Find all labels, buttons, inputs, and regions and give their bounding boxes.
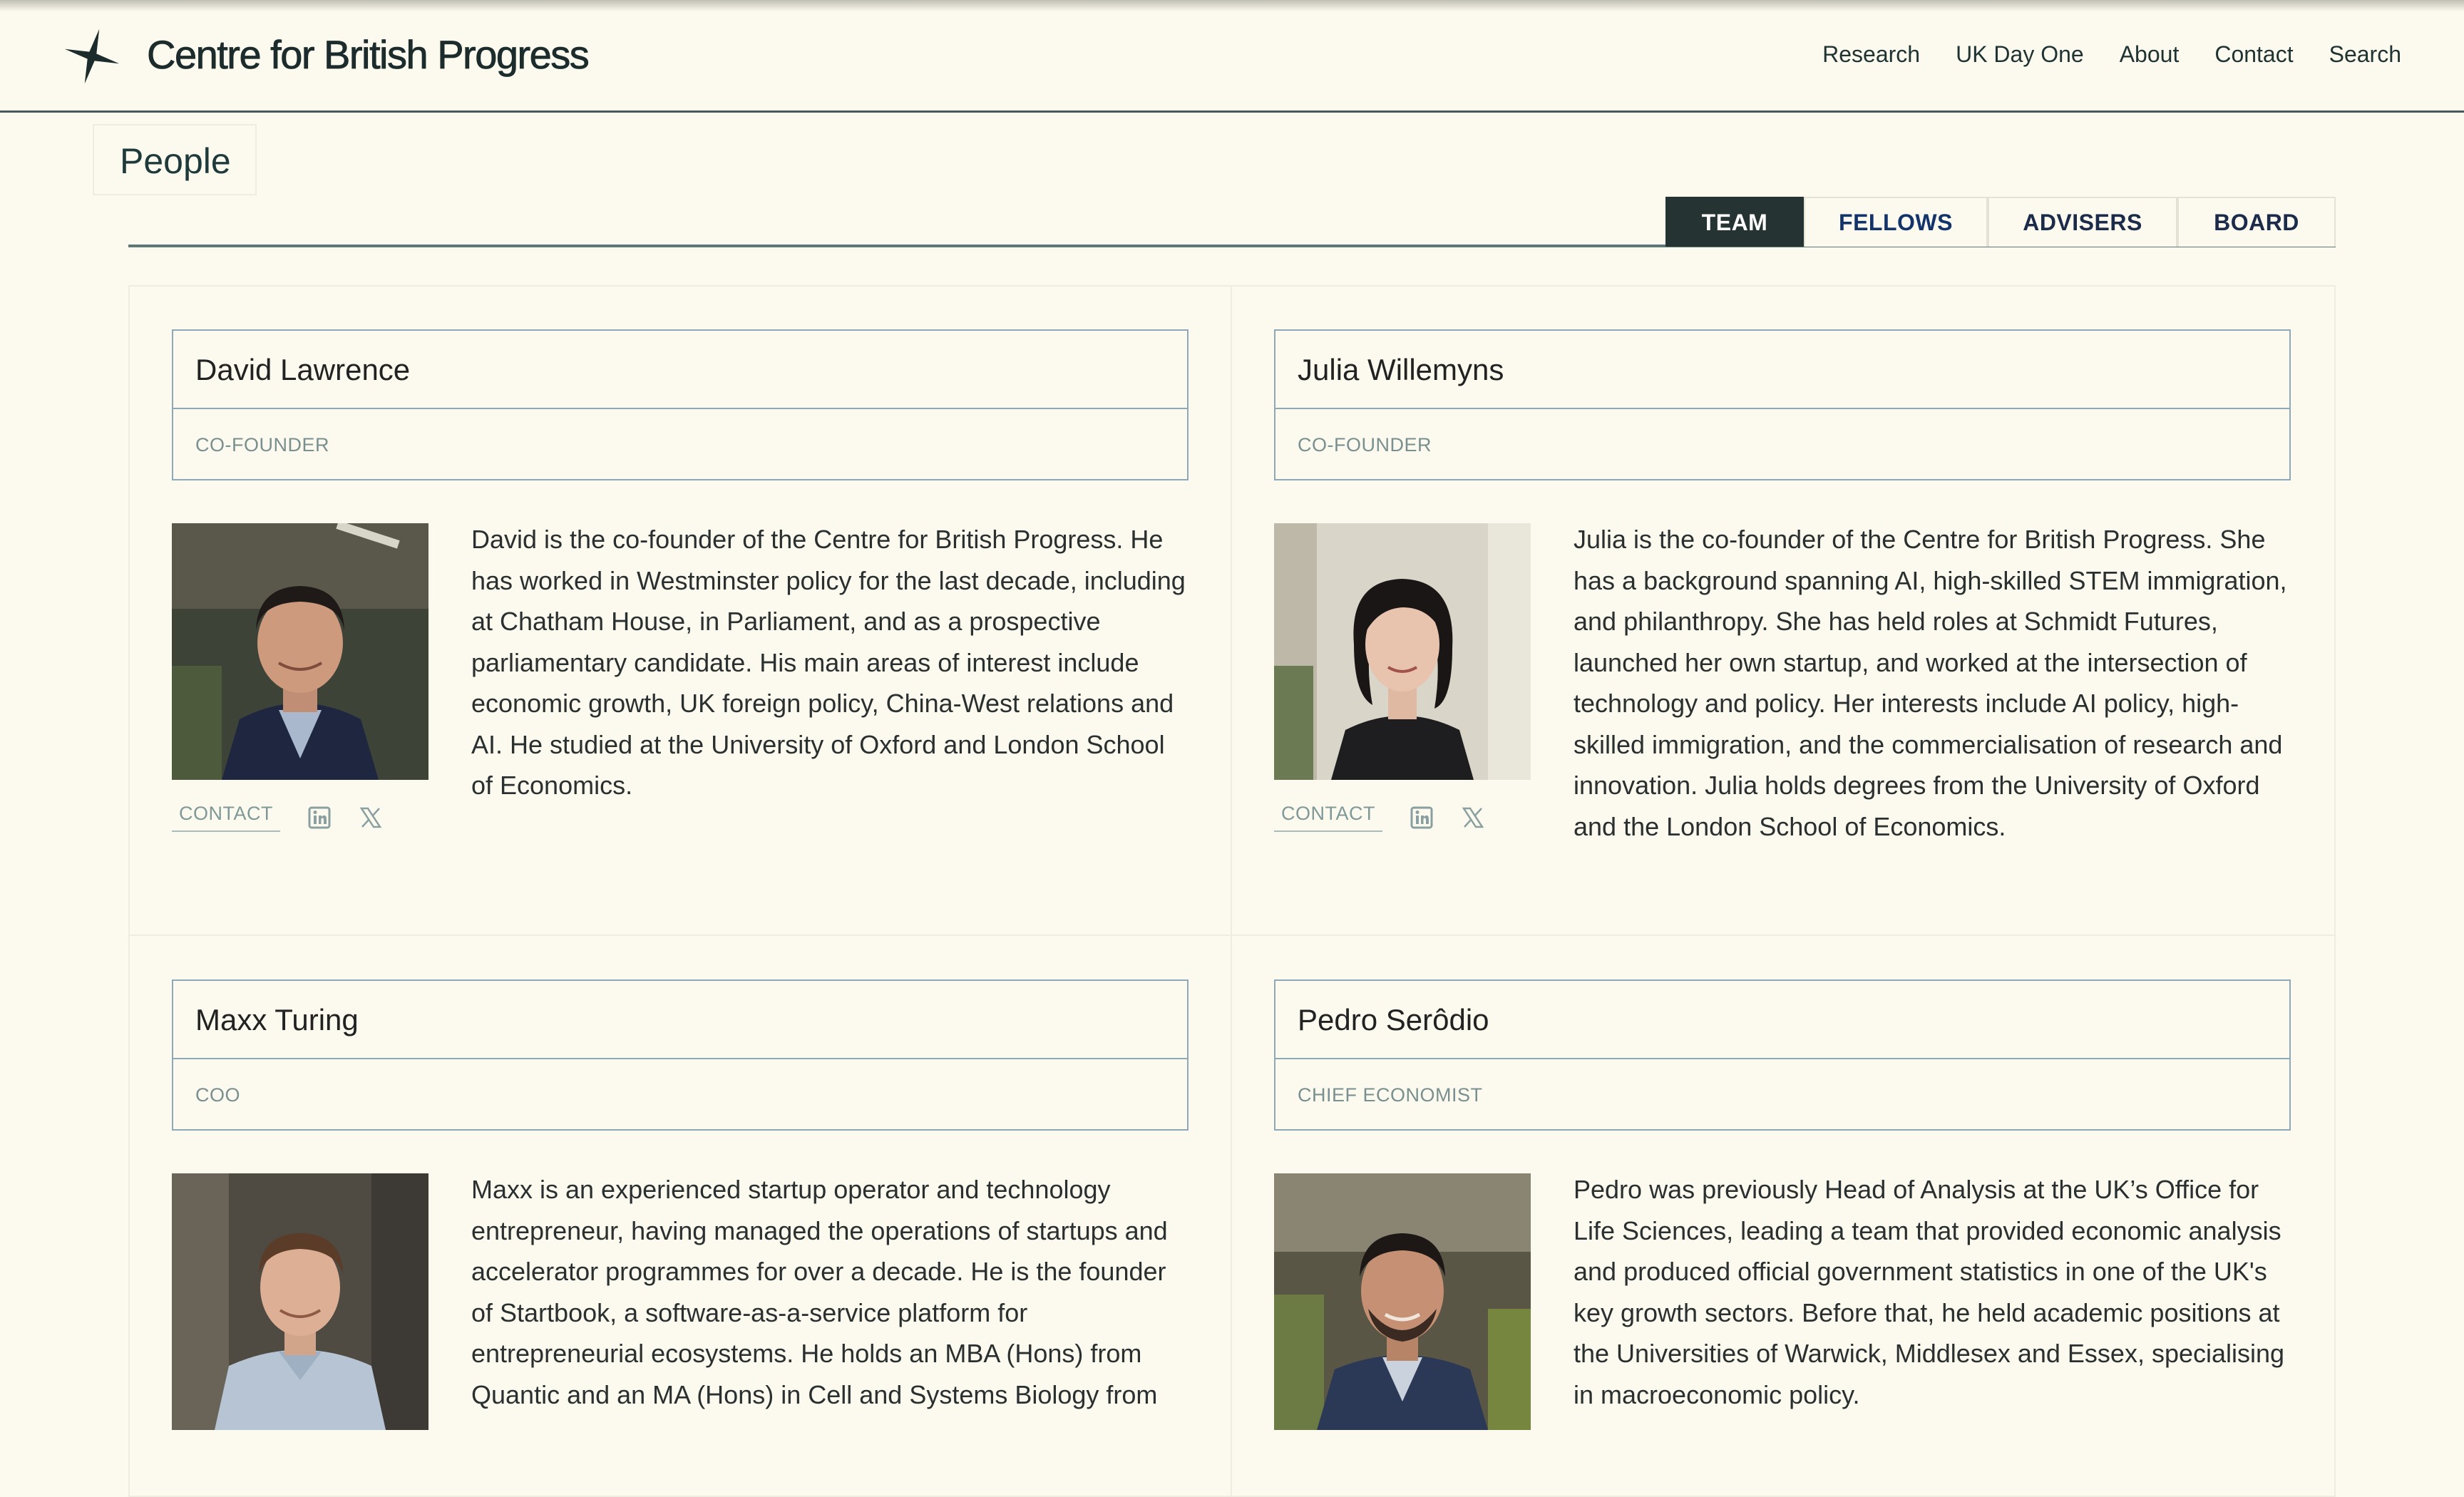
person-card-maxx-turing: Maxx Turing COO Maxx is an experienced s…	[172, 979, 1189, 1430]
person-card-david-lawrence: David Lawrence CO-FOUNDER David is the c…	[172, 329, 1189, 832]
nav-about[interactable]: About	[2120, 41, 2180, 68]
person-contact-row: CONTACT	[1274, 803, 1485, 832]
four-point-star-icon[interactable]	[61, 26, 123, 87]
site-header: Centre for British Progress Research UK …	[0, 0, 2464, 113]
page-title: People	[93, 124, 257, 195]
person-name: Maxx Turing	[173, 981, 1187, 1059]
person-bio: Maxx is an experienced startup operator …	[471, 1175, 1168, 1409]
person-bio: Julia is the co-founder of the Centre fo…	[1574, 525, 2287, 841]
person-role: COO	[195, 1084, 241, 1106]
linkedin-icon[interactable]	[307, 806, 332, 830]
person-header: David Lawrence CO-FOUNDER	[172, 329, 1189, 480]
top-navigation: Research UK Day One About Contact Search	[1822, 41, 2401, 68]
person-photo	[1274, 1173, 1531, 1430]
person-name: Pedro Serôdio	[1275, 981, 2289, 1059]
person-card-julia-willemyns: Julia Willemyns CO-FOUNDER Julia is the …	[1274, 329, 2291, 841]
x-icon[interactable]	[359, 806, 383, 830]
person-photo	[172, 1173, 428, 1430]
person-photo	[1274, 523, 1531, 780]
person-name: David Lawrence	[173, 331, 1187, 409]
contact-link[interactable]: CONTACT	[1274, 803, 1382, 832]
people-tabs: TEAM FELLOWS ADVISERS BOARD	[1665, 197, 2336, 247]
person-bio: Pedro was previously Head of Analysis at…	[1574, 1175, 2285, 1409]
person-role: CHIEF ECONOMIST	[1298, 1084, 1483, 1106]
person-contact-row: CONTACT	[172, 803, 383, 832]
person-role: CO-FOUNDER	[195, 434, 329, 456]
nav-research[interactable]: Research	[1822, 41, 1920, 68]
nav-search[interactable]: Search	[2329, 41, 2401, 68]
person-photo	[172, 523, 428, 780]
person-card-pedro-serodio: Pedro Serôdio CHIEF ECONOMIST Pedro was …	[1274, 979, 2291, 1430]
person-header: Pedro Serôdio CHIEF ECONOMIST	[1274, 979, 2291, 1131]
person-role: CO-FOUNDER	[1298, 434, 1432, 456]
person-name: Julia Willemyns	[1275, 331, 2289, 409]
person-header: Julia Willemyns CO-FOUNDER	[1274, 329, 2291, 480]
tab-team[interactable]: TEAM	[1665, 197, 1804, 247]
linkedin-icon[interactable]	[1410, 806, 1434, 830]
grid-divider-vertical	[1231, 285, 1232, 1497]
person-bio: David is the co-founder of the Centre fo…	[471, 525, 1186, 800]
tab-board[interactable]: BOARD	[2177, 197, 2336, 247]
tab-advisers[interactable]: ADVISERS	[1988, 197, 2177, 247]
person-header: Maxx Turing COO	[172, 979, 1189, 1131]
tab-fellows[interactable]: FELLOWS	[1804, 197, 1988, 247]
nav-uk-day-one[interactable]: UK Day One	[1956, 41, 2084, 68]
contact-link[interactable]: CONTACT	[172, 803, 280, 832]
nav-contact[interactable]: Contact	[2214, 41, 2293, 68]
x-icon[interactable]	[1461, 806, 1485, 830]
site-title[interactable]: Centre for British Progress	[147, 31, 590, 78]
grid-divider-horizontal	[128, 935, 2336, 936]
